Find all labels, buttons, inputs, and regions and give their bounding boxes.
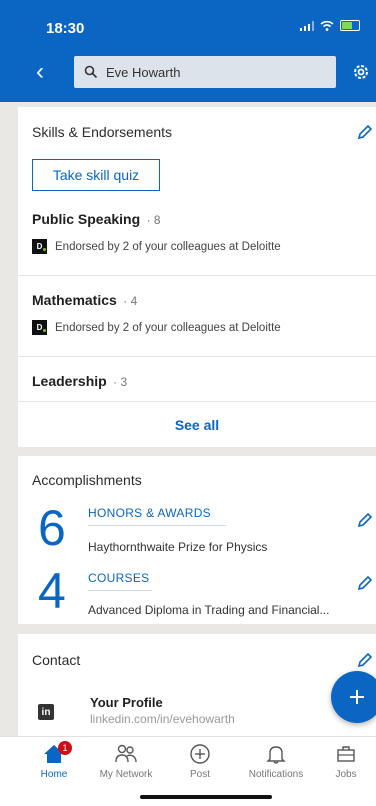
skill-name: Mathematics [32, 292, 117, 308]
skill-count: · 4 [123, 294, 138, 308]
search-nav: ‹ Eve Howarth [0, 54, 376, 92]
status-bar: 18:30 [0, 0, 376, 48]
courses-count: 4 [38, 563, 66, 619]
profile-title: Your Profile [90, 695, 163, 710]
endorsement-row: D Endorsed by 2 of your colleagues at De… [32, 320, 372, 335]
tab-label: Post [189, 769, 210, 780]
top-app-bar: 18:30 ‹ Eve Howarth [0, 0, 376, 102]
endorsement-row: D Endorsed by 2 of your colleagues at De… [32, 239, 372, 254]
take-skill-quiz-button[interactable]: Take skill quiz [32, 159, 160, 191]
wifi-icon [320, 20, 334, 31]
courses-category-link[interactable]: COURSES [88, 571, 149, 585]
edit-pencil-icon[interactable] [356, 123, 374, 141]
tab-label: Jobs [335, 769, 357, 780]
honors-item: Haythornthwaite Prize for Physics [88, 540, 268, 554]
accomplishments-section-title: Accomplishments [32, 472, 142, 488]
tab-post[interactable]: Post [164, 743, 236, 787]
category-underline [88, 525, 226, 526]
tab-notifications[interactable]: Notifications [240, 743, 312, 787]
skill-item[interactable]: Mathematics · 4 D Endorsed by 2 of your … [32, 292, 372, 335]
skills-section-title: Skills & Endorsements [32, 124, 173, 140]
divider [18, 401, 376, 402]
divider [18, 275, 376, 276]
honors-count: 6 [38, 500, 66, 556]
edit-pencil-icon[interactable] [356, 511, 374, 529]
home-indicator [140, 795, 272, 799]
contact-card: Contact in Your Profile linkedin.com/in/… [18, 634, 376, 736]
search-input[interactable]: Eve Howarth [74, 56, 336, 88]
tab-jobs[interactable]: Jobs [316, 743, 376, 787]
back-chevron-icon[interactable]: ‹ [36, 60, 44, 84]
edit-pencil-icon[interactable] [356, 651, 374, 669]
deloitte-logo-icon: D [32, 320, 47, 335]
see-all-skills-link[interactable]: See all [18, 417, 376, 433]
battery-icon [340, 20, 360, 31]
skill-item[interactable]: Leadership · 3 [32, 373, 372, 391]
category-underline [88, 590, 152, 591]
notification-badge: 1 [58, 741, 72, 755]
divider [18, 356, 376, 357]
search-query: Eve Howarth [106, 64, 181, 80]
signal-icon [300, 20, 314, 31]
honors-category-link[interactable]: HONORS & AWARDS [88, 506, 211, 520]
tab-home[interactable]: 1 Home [18, 741, 90, 787]
bell-icon [266, 746, 286, 764]
endorsement-text: Endorsed by 2 of your colleagues at Delo… [55, 321, 281, 334]
settings-gear-icon[interactable] [351, 62, 371, 82]
plus-icon [350, 690, 364, 704]
courses-item: Advanced Diploma in Trading and Financia… [88, 603, 330, 617]
search-icon [84, 65, 98, 79]
skill-count: · 8 [146, 213, 161, 227]
deloitte-logo-icon: D [32, 239, 47, 254]
linkedin-icon: in [38, 704, 54, 720]
skill-item[interactable]: Public Speaking · 8 D Endorsed by 2 of y… [32, 211, 372, 254]
profile-url-link[interactable]: linkedin.com/in/evehowarth [90, 712, 235, 726]
contact-section-title: Contact [32, 652, 81, 668]
tab-label: Notifications [248, 769, 304, 780]
compose-fab-button[interactable] [331, 671, 376, 723]
people-icon [115, 744, 137, 763]
skills-card: Skills & Endorsements Take skill quiz Pu… [18, 107, 376, 447]
skill-count: · 3 [113, 375, 128, 389]
skill-name: Public Speaking [32, 211, 141, 227]
status-time: 18:30 [46, 20, 85, 37]
endorsement-text: Endorsed by 2 of your colleagues at Delo… [55, 240, 281, 253]
tab-label: Home [40, 769, 68, 780]
edit-pencil-icon[interactable] [356, 574, 374, 592]
status-icons [300, 20, 360, 31]
briefcase-icon [337, 746, 355, 762]
accomplishments-card: Accomplishments 6 HONORS & AWARDS Haytho… [18, 456, 376, 624]
plus-circle-icon [190, 744, 210, 764]
tab-label: My Network [99, 769, 153, 780]
skill-name: Leadership [32, 373, 107, 389]
tab-my-network[interactable]: My Network [90, 743, 162, 787]
